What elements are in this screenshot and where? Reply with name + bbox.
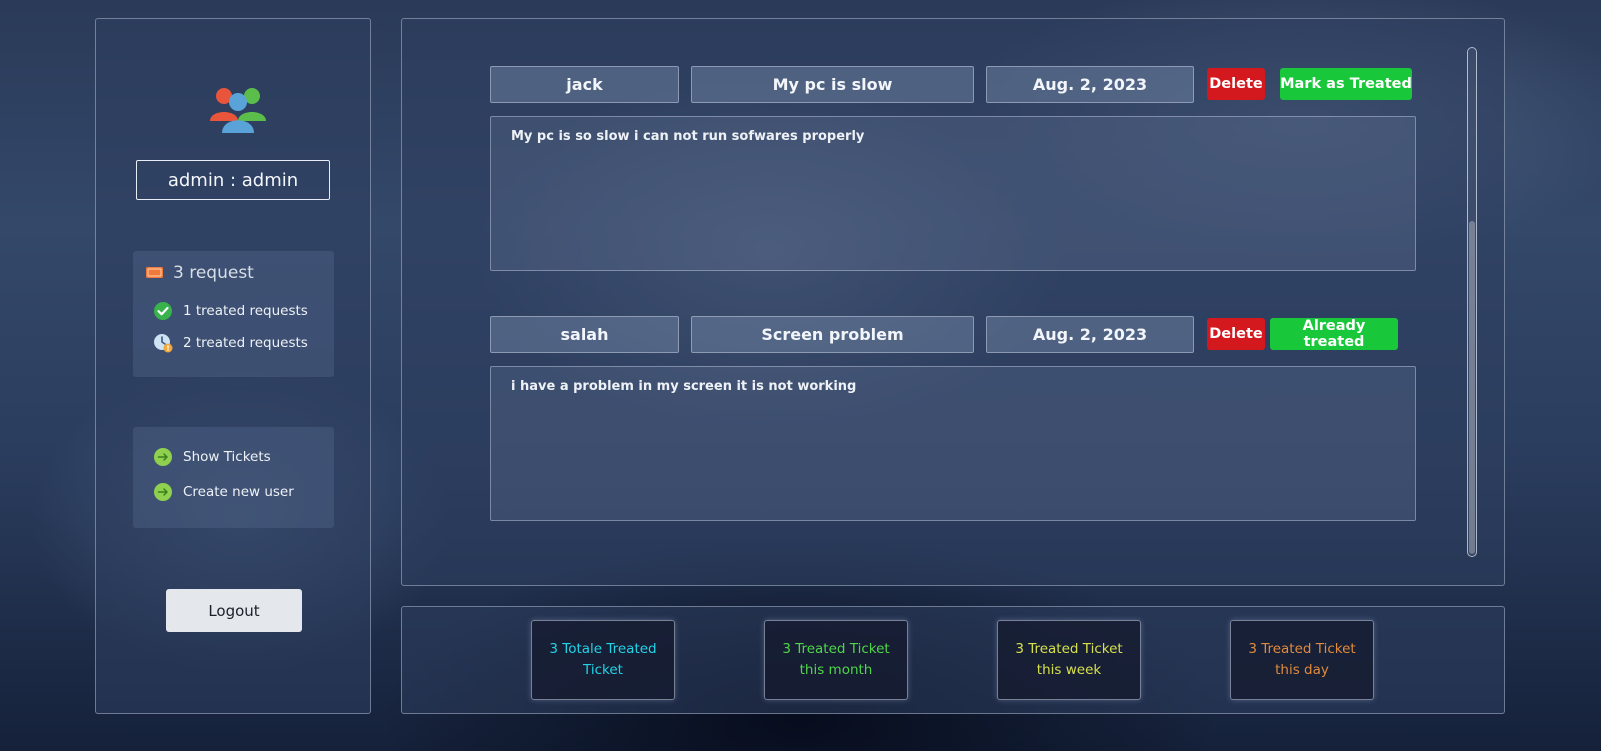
treated-requests-label: 1 treated requests	[183, 303, 308, 319]
stat-treated-day: 3 Treated Ticket this day	[1230, 620, 1374, 700]
stat-treated-month: 3 Treated Ticket this month	[764, 620, 908, 700]
ticket-user-name: jack	[490, 66, 679, 103]
delete-ticket-button[interactable]: Delete	[1207, 318, 1265, 350]
menu-item-show-tickets[interactable]: Show Tickets	[153, 447, 271, 467]
requests-count-label: 3 request	[173, 263, 254, 283]
users-group-icon	[210, 88, 266, 133]
current-user-label: admin : admin	[136, 160, 330, 200]
stat-total-treated: 3 Totale Treated Ticket	[531, 620, 675, 700]
scrollbar-thumb[interactable]	[1469, 221, 1475, 554]
mark-as-treated-button[interactable]: Mark as Treated	[1280, 68, 1412, 100]
delete-ticket-button[interactable]: Delete	[1207, 68, 1265, 100]
ticket-subject: Screen problem	[691, 316, 974, 353]
ticket-user-name: salah	[490, 316, 679, 353]
pending-requests-row: 2 treated requests	[153, 333, 308, 353]
treated-requests-row: 1 treated requests	[153, 301, 308, 321]
requests-summary-card: 3 request 1 treated requests 2 treated r…	[133, 251, 334, 377]
menu-item-create-user[interactable]: Create new user	[153, 482, 294, 502]
menu-item-create-user-label: Create new user	[183, 484, 294, 500]
stats-panel: 3 Totale Treated Ticket 3 Treated Ticket…	[401, 606, 1505, 714]
navigation-menu: Show Tickets Create new user	[133, 427, 334, 528]
ticket-description: i have a problem in my screen it is not …	[490, 366, 1416, 521]
ticket-date: Aug. 2, 2023	[986, 316, 1194, 353]
tickets-scrollbar[interactable]	[1467, 47, 1477, 557]
pending-requests-label: 2 treated requests	[183, 335, 308, 351]
arrow-right-circle-icon	[154, 448, 172, 466]
stat-treated-week: 3 Treated Ticket this week	[997, 620, 1141, 700]
ticket-icon	[146, 267, 163, 278]
menu-item-show-tickets-label: Show Tickets	[183, 449, 271, 465]
already-treated-button[interactable]: Already treated	[1270, 318, 1398, 350]
ticket-description: My pc is so slow i can not run sofwares …	[490, 116, 1416, 271]
check-circle-icon	[154, 302, 172, 320]
sidebar: admin : admin 3 request 1 treated reques…	[95, 18, 371, 714]
ticket-date: Aug. 2, 2023	[986, 66, 1194, 103]
requests-count: 3 request	[145, 263, 254, 283]
ticket-subject: My pc is slow	[691, 66, 974, 103]
tickets-panel: jack My pc is slow Aug. 2, 2023 Delete M…	[401, 18, 1505, 586]
arrow-right-circle-icon	[154, 483, 172, 501]
logout-button[interactable]: Logout	[166, 589, 302, 632]
clock-alert-icon	[154, 334, 173, 353]
